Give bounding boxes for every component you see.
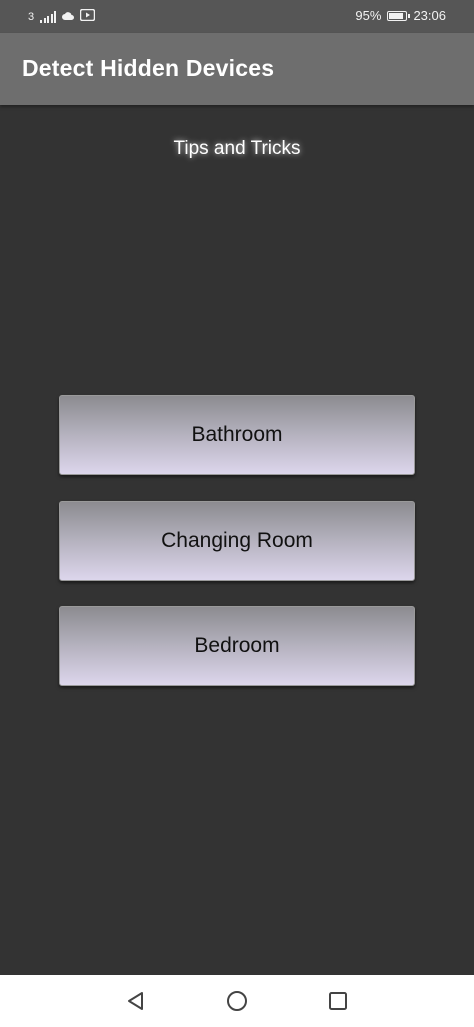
status-right: 95% 23:06 [355, 8, 446, 23]
cloud-icon [62, 9, 75, 24]
battery-fill [389, 12, 403, 19]
recents-icon [329, 992, 347, 1010]
home-button[interactable] [207, 975, 267, 1027]
status-bar: 3 95% 23:06 [0, 0, 474, 33]
status-left: 3 [28, 8, 96, 24]
battery-icon [387, 10, 411, 21]
tips-and-tricks-link[interactable]: Tips and Tricks [0, 138, 474, 160]
changing-room-button[interactable]: Changing Room [59, 501, 415, 581]
screen: 3 95% 23:06 Detect Hidden Devices Tips a… [0, 0, 474, 1027]
app-bar: Detect Hidden Devices [0, 33, 474, 105]
battery-percent: 95% [355, 8, 382, 23]
recents-button[interactable] [308, 975, 368, 1027]
bedroom-button[interactable]: Bedroom [59, 606, 415, 686]
bathroom-button[interactable]: Bathroom [59, 395, 415, 475]
clock: 23:06 [413, 8, 446, 23]
carrier-label: 3 [28, 10, 35, 23]
signal-icon [40, 10, 57, 23]
back-icon [128, 992, 143, 1010]
app-title: Detect Hidden Devices [22, 55, 275, 81]
back-button[interactable] [106, 975, 166, 1027]
youtube-icon [79, 8, 96, 24]
navigation-bar [0, 975, 474, 1027]
home-icon [227, 991, 247, 1011]
